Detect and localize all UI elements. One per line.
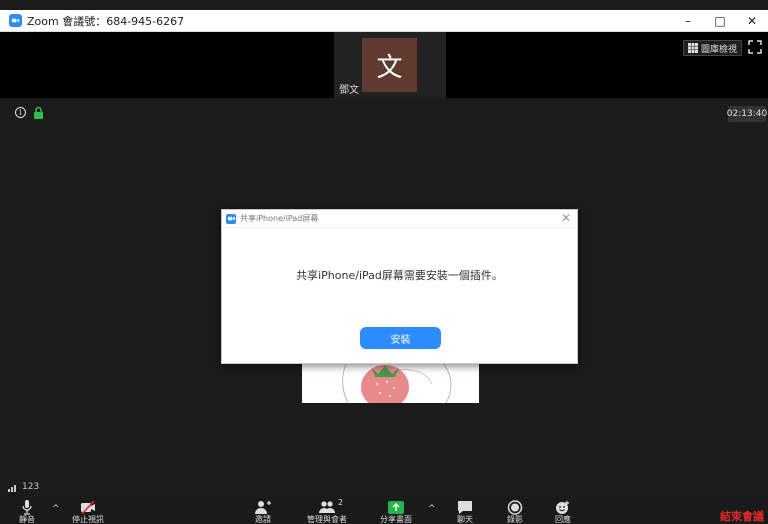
share-screen-label: 分享畫面 bbox=[380, 515, 412, 524]
window-title: Zoom 會議號：684-945-6267 bbox=[27, 14, 185, 28]
share-screen-icon bbox=[388, 501, 404, 514]
mute-button[interactable]: 靜音 bbox=[12, 498, 42, 524]
dialog-message: 共享iPhone/iPad屏幕需要安裝一個插件。 bbox=[296, 269, 503, 282]
share-screen-button[interactable]: 分享畫面 bbox=[372, 498, 420, 524]
participant-strip: 文 鄧文 圖庫檢視 bbox=[0, 32, 768, 98]
meeting-toolbar: 靜音 ^ 停止視訊 邀請 管理與會者 2 分享畫面 ^ 聊天 錄影 回應 bbox=[0, 498, 768, 524]
minimize-button[interactable]: – bbox=[672, 10, 704, 32]
reactions-button[interactable]: 回應 bbox=[548, 498, 578, 524]
manage-participants-button[interactable]: 管理與會者 bbox=[300, 498, 354, 524]
participant-count: 2 bbox=[338, 498, 344, 507]
stop-video-button[interactable]: 停止視訊 bbox=[68, 498, 108, 524]
shared-content-image bbox=[302, 362, 479, 403]
audio-options-caret[interactable]: ^ bbox=[52, 504, 60, 514]
stop-video-label: 停止視訊 bbox=[72, 515, 104, 524]
zoom-window: Zoom 會議號：684-945-6267 – □ ✕ 文 鄧文 圖庫檢視 i bbox=[0, 0, 768, 524]
record-label: 錄影 bbox=[507, 515, 523, 524]
add-user-icon bbox=[255, 501, 271, 514]
share-iphone-dialog: 共享iPhone/iPad屏幕 ✕ 共享iPhone/iPad屏幕需要安裝一個插… bbox=[221, 209, 578, 364]
invite-button[interactable]: 邀請 bbox=[248, 498, 278, 524]
reactions-label: 回應 bbox=[555, 515, 571, 524]
grid-icon bbox=[687, 43, 698, 53]
network-value: 123 bbox=[22, 482, 40, 492]
signal-icon bbox=[8, 485, 16, 492]
maximize-button[interactable]: □ bbox=[704, 10, 736, 32]
gallery-view-label: 圖庫檢視 bbox=[700, 44, 737, 55]
close-button[interactable]: ✕ bbox=[736, 10, 768, 32]
zoom-logo-icon bbox=[226, 213, 236, 224]
microphone-icon bbox=[22, 500, 32, 515]
record-button[interactable]: 錄影 bbox=[500, 498, 530, 524]
network-indicator: 123 bbox=[8, 482, 39, 492]
dialog-header: 共享iPhone/iPad屏幕 ✕ bbox=[222, 210, 577, 228]
chat-icon bbox=[458, 501, 472, 514]
lock-icon[interactable] bbox=[33, 106, 44, 119]
participant-thumbnail[interactable]: 文 鄧文 bbox=[334, 32, 446, 98]
smiley-icon bbox=[556, 501, 569, 514]
chat-button[interactable]: 聊天 bbox=[450, 498, 480, 524]
install-button[interactable]: 安裝 bbox=[360, 327, 441, 349]
manage-participants-label: 管理與會者 bbox=[307, 515, 347, 524]
zoom-logo-icon bbox=[9, 14, 22, 27]
title-bar: Zoom 會議號：684-945-6267 – □ ✕ bbox=[0, 10, 768, 32]
mute-label: 靜音 bbox=[19, 515, 35, 524]
info-icon[interactable]: i bbox=[15, 107, 26, 118]
dialog-title: 共享iPhone/iPad屏幕 bbox=[240, 214, 319, 223]
invite-label: 邀請 bbox=[255, 515, 271, 524]
share-options-caret[interactable]: ^ bbox=[428, 504, 436, 514]
record-icon bbox=[507, 500, 523, 515]
window-controls: – □ ✕ bbox=[672, 10, 768, 32]
fullscreen-icon[interactable] bbox=[748, 40, 762, 54]
meeting-timer: 02:13:40 bbox=[727, 106, 767, 122]
strawberry-illustration bbox=[342, 362, 452, 403]
participants-icon bbox=[319, 501, 335, 513]
end-meeting-button[interactable]: 結束會議 bbox=[720, 508, 764, 524]
chat-label: 聊天 bbox=[457, 515, 473, 524]
video-off-icon bbox=[81, 500, 95, 515]
avatar: 文 bbox=[362, 38, 417, 92]
participant-name: 鄧文 bbox=[339, 85, 359, 96]
dialog-close-button[interactable]: ✕ bbox=[561, 212, 571, 224]
gallery-view-button[interactable]: 圖庫檢視 bbox=[682, 40, 742, 56]
